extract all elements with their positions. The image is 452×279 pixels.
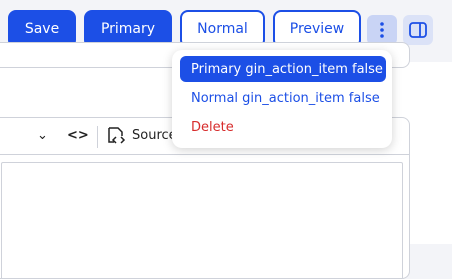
source-icon[interactable] [106, 126, 126, 150]
sidebar-toggle-icon [409, 22, 427, 38]
menu-item-primary-label: Primary gin_action_item false [191, 61, 383, 77]
toolbar-divider [97, 126, 98, 148]
source-code-icon [108, 127, 126, 144]
preview-button-label: Preview [289, 21, 345, 37]
kebab-vertical-icon [380, 22, 384, 38]
primary-button-label: Primary [100, 21, 156, 37]
source-button-label[interactable]: Source [132, 128, 177, 143]
code-icon[interactable]: <> [67, 128, 89, 143]
normal-button-label: Normal [197, 21, 248, 37]
menu-item-normal-label: Normal gin_action_item false [191, 90, 380, 106]
menu-item-delete[interactable]: Delete [180, 114, 386, 140]
save-button-label: Save [24, 21, 60, 37]
menu-item-delete-label: Delete [191, 119, 234, 135]
sidebar-toggle-button[interactable] [403, 15, 433, 45]
right-sidebar-edge [433, 62, 452, 244]
menu-item-normal[interactable]: Normal gin_action_item false [180, 85, 386, 111]
more-actions-dropdown: Primary gin_action_item false Normal gin… [172, 50, 392, 148]
chevron-down-icon[interactable]: ⌄ [37, 128, 48, 143]
more-actions-button[interactable] [367, 15, 397, 45]
menu-item-primary[interactable]: Primary gin_action_item false [180, 56, 386, 82]
editor-content-area[interactable] [1, 162, 403, 278]
